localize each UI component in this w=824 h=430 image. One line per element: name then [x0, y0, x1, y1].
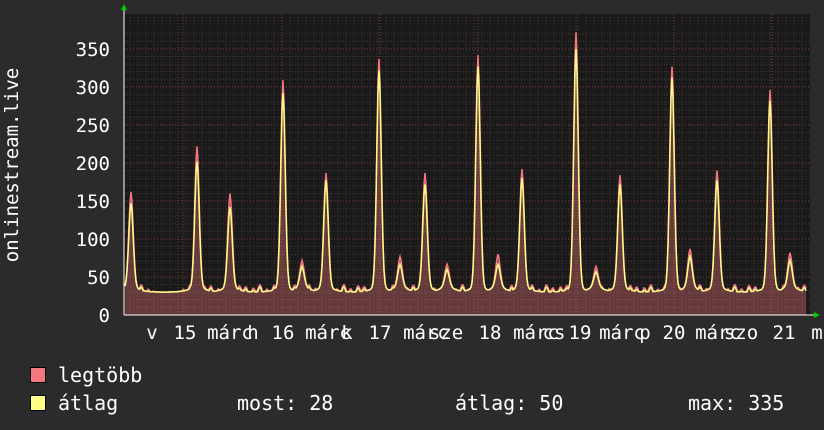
x-tick-label: h — [247, 322, 258, 344]
y-axis-label: onlinestream.live — [1, 68, 23, 262]
x-tick-label: 17 — [369, 322, 392, 344]
x-tick-label: márc — [599, 322, 645, 344]
x-tick-label: márc — [207, 322, 253, 344]
x-tick-label: v — [146, 322, 157, 344]
x-axis-ticks: v 15 márch 16 márck 17 márcsze 18 márccs 19 márcp 2… — [146, 322, 822, 344]
y-tick-label: 200 — [76, 153, 110, 175]
x-tick-label: 16 — [272, 322, 295, 344]
y-tick-label: 150 — [76, 191, 110, 213]
x-tick-label: 21 — [773, 322, 796, 344]
y-tick-label: 50 — [87, 267, 110, 289]
x-tick-label: szo — [724, 322, 758, 344]
x-tick-label: 20 — [663, 322, 686, 344]
x-tick-label: m — [811, 322, 822, 344]
chart: 050100150200250300350 v 15 márch 16 márck 17 m… — [1, 4, 823, 344]
x-tick-label: sze — [429, 322, 463, 344]
x-tick-label: cs — [543, 322, 566, 344]
y-axis-arrow — [121, 4, 127, 10]
y-tick-label: 350 — [76, 39, 110, 61]
x-tick-label: 18 — [479, 322, 502, 344]
y-axis-ticks: 0 50 100 150 200 250 300 350 — [76, 39, 110, 327]
x-tick-label: k — [341, 322, 353, 344]
x-tick-label: 15 — [174, 322, 197, 344]
y-tick-label: 100 — [76, 229, 110, 251]
x-axis-arrow — [814, 312, 820, 318]
x-tick-label: 19 — [569, 322, 592, 344]
y-tick-label: 250 — [76, 115, 110, 137]
x-tick-label: p — [639, 322, 650, 344]
y-tick-label: 0 — [99, 305, 110, 327]
y-tick-label: 300 — [76, 77, 110, 99]
